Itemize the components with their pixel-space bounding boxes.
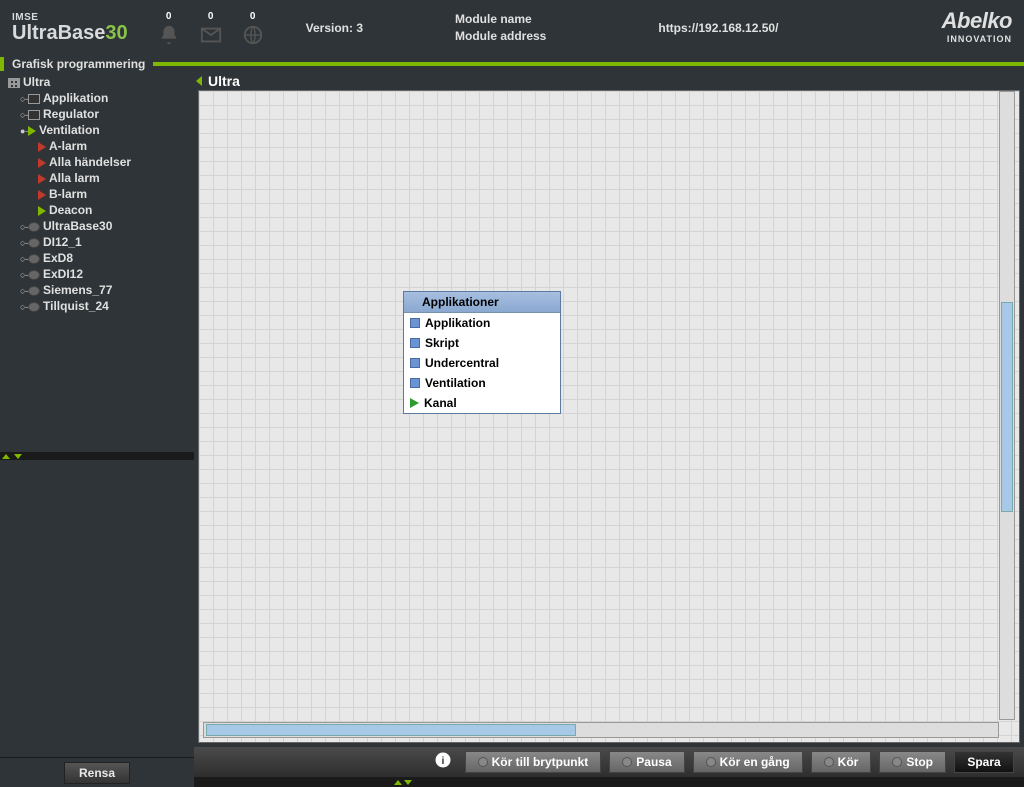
menu-item-kanal[interactable]: Kanal [404, 393, 560, 413]
svg-text:i: i [442, 754, 445, 766]
device-icon [28, 302, 40, 312]
app-icon [410, 338, 420, 348]
left-footer: Rensa [0, 757, 194, 787]
flag-icon [38, 158, 46, 168]
lower-panel [0, 460, 194, 757]
tree-item-tillquist[interactable]: ○─Tillquist_24 [4, 298, 190, 314]
canvas-wrap: Applikationer Applikation Skript Underce… [194, 90, 1024, 747]
dot-icon [622, 757, 632, 767]
app-icon [410, 358, 420, 368]
flag-icon [38, 142, 46, 152]
menu-item-undercentral[interactable]: Undercentral [404, 353, 560, 373]
run-once-button[interactable]: Kör en gång [693, 751, 803, 773]
device-icon [28, 222, 40, 232]
header-icons: 0 0 0 [158, 11, 264, 46]
globe-icon[interactable]: 0 [242, 11, 264, 46]
save-button[interactable]: Spara [954, 751, 1014, 773]
run-to-breakpoint-button[interactable]: Kör till brytpunkt [465, 751, 602, 773]
app-icon [410, 318, 420, 328]
section-bar: Grafisk programmering [0, 56, 1024, 72]
scroll-thumb[interactable] [206, 724, 576, 736]
box-icon [28, 110, 40, 120]
brand: IMSE UltraBase30 [12, 13, 128, 43]
horizontal-scrollbar[interactable] [203, 722, 999, 738]
device-icon [28, 270, 40, 280]
expand-down-icon[interactable] [404, 780, 412, 785]
section-bar-fill [153, 62, 1024, 66]
tree-item-applikation[interactable]: ○─Applikation [4, 90, 190, 106]
tree-item-siemens[interactable]: ○─Siemens_77 [4, 282, 190, 298]
channel-icon [410, 398, 419, 408]
clear-button[interactable]: Rensa [64, 762, 130, 784]
flag-icon [38, 190, 46, 200]
section-title: Grafisk programmering [0, 57, 153, 71]
brand-big: UltraBase30 [12, 23, 128, 43]
tree-item-ventilation[interactable]: ●─Ventilation [4, 122, 190, 138]
pause-button[interactable]: Pausa [609, 751, 684, 773]
envelope-icon[interactable]: 0 [200, 11, 222, 46]
bottom-toolbar: i Kör till brytpunkt Pausa Kör en gång K… [194, 747, 1024, 777]
run-button[interactable]: Kör [811, 751, 872, 773]
menu-item-applikation[interactable]: Applikation [404, 313, 560, 333]
body: Ultra ○─Applikation ○─Regulator ●─Ventil… [0, 72, 1024, 787]
canvas-title-bar: Ultra [194, 72, 1024, 90]
dot-icon [706, 757, 716, 767]
tree-item-alarm[interactable]: A-larm [4, 138, 190, 154]
dot-icon [824, 757, 834, 767]
context-menu: Applikationer Applikation Skript Underce… [403, 291, 561, 414]
bell-icon[interactable]: 0 [158, 11, 180, 46]
menu-item-skript[interactable]: Skript [404, 333, 560, 353]
vertical-scrollbar[interactable] [999, 91, 1015, 720]
tree-item-alla-handelser[interactable]: Alla händelser [4, 154, 190, 170]
url-label: https://192.168.12.50/ [658, 21, 778, 35]
app-icon [410, 378, 420, 388]
tree-item-di12[interactable]: ○─DI12_1 [4, 234, 190, 250]
collapse-icon[interactable] [196, 76, 202, 86]
stop-button[interactable]: Stop [879, 751, 946, 773]
module-name-label: Module name [455, 11, 546, 28]
context-menu-header: Applikationer [404, 292, 560, 313]
left-separator[interactable] [0, 452, 194, 460]
canvas-title: Ultra [208, 73, 240, 89]
canvas[interactable]: Applikationer Applikation Skript Underce… [198, 90, 1020, 743]
tree-item-exd8[interactable]: ○─ExD8 [4, 250, 190, 266]
tree-root[interactable]: Ultra [4, 74, 190, 90]
dot-icon [892, 757, 902, 767]
expand-up-icon[interactable] [394, 780, 402, 785]
bottom-strip [194, 777, 1024, 787]
grid-icon [8, 78, 20, 88]
tree: Ultra ○─Applikation ○─Regulator ●─Ventil… [0, 72, 194, 452]
tree-item-ultrabase30[interactable]: ○─UltraBase30 [4, 218, 190, 234]
box-icon [28, 94, 40, 104]
tree-item-regulator[interactable]: ○─Regulator [4, 106, 190, 122]
flag-icon [38, 174, 46, 184]
header: IMSE UltraBase30 0 0 0 Version: 3 Module… [0, 0, 1024, 56]
tree-item-blarm[interactable]: B-larm [4, 186, 190, 202]
info-icon[interactable]: i [434, 751, 452, 774]
tree-item-exdi12[interactable]: ○─ExDI12 [4, 266, 190, 282]
version-label: Version: 3 [306, 21, 363, 35]
tree-item-alla-larm[interactable]: Alla larm [4, 170, 190, 186]
device-icon [28, 254, 40, 264]
vendor-logo: Abelko INNOVATION [942, 8, 1012, 44]
menu-item-ventilation[interactable]: Ventilation [404, 373, 560, 393]
play-icon [28, 126, 36, 136]
device-icon [28, 286, 40, 296]
main-panel: Ultra Applikationer Applikation Skript U… [194, 72, 1024, 787]
arrow-icon [38, 206, 46, 216]
tree-item-deacon[interactable]: Deacon [4, 202, 190, 218]
module-address-label: Module address [455, 28, 546, 45]
scroll-thumb[interactable] [1001, 302, 1013, 512]
module-info: Module name Module address [455, 11, 546, 45]
device-icon [28, 238, 40, 248]
left-panel: Ultra ○─Applikation ○─Regulator ●─Ventil… [0, 72, 194, 787]
dot-icon [478, 757, 488, 767]
